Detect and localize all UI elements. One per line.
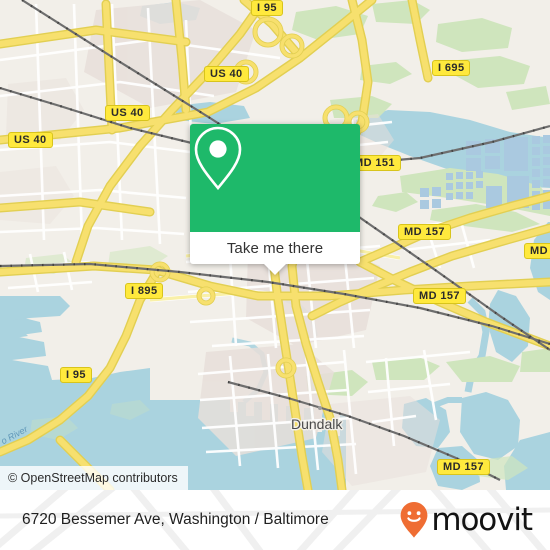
callout-pointer [264,264,286,275]
shield-md-157-edge: MD 157 [524,243,550,259]
shield-us-40-upper: US 40 [204,66,249,82]
shield-md-157-upper: MD 157 [398,224,451,240]
callout-header [190,124,360,232]
place-label-dundalk: Dundalk [291,416,343,432]
osm-attribution[interactable]: © OpenStreetMap contributors [0,466,188,490]
shield-i-95-south: I 95 [60,367,92,383]
shield-i-95-north: I 95 [251,0,283,16]
shield-i-695: I 695 [432,60,471,76]
moovit-smiley-pin-icon [400,502,428,538]
shield-i-895: I 895 [125,283,164,299]
shield-us-40-middle: US 40 [105,105,150,121]
take-me-there-button[interactable]: Take me there [190,232,360,264]
map-pin-icon [194,126,242,191]
destination-address: 6720 Bessemer Ave, Washington / Baltimor… [22,511,329,528]
shield-md-157-lower: MD 157 [437,459,490,475]
destination-callout[interactable]: Take me there [190,124,360,275]
moovit-logo[interactable]: moovit [399,490,533,550]
take-me-there-label: Take me there [226,239,324,257]
map-screenshot: I 95I 695US 40US 40US 40MD 151MD 157MD 1… [0,0,550,550]
moovit-wordmark: moovit [431,501,533,538]
bottom-info-bar: 6720 Bessemer Ave, Washington / Baltimor… [0,490,550,550]
shield-md-157-middle: MD 157 [413,288,466,304]
shield-us-40-left: US 40 [8,132,53,148]
map-canvas[interactable]: I 95I 695US 40US 40US 40MD 151MD 157MD 1… [0,0,550,490]
place-dot-dundalk [318,406,322,410]
